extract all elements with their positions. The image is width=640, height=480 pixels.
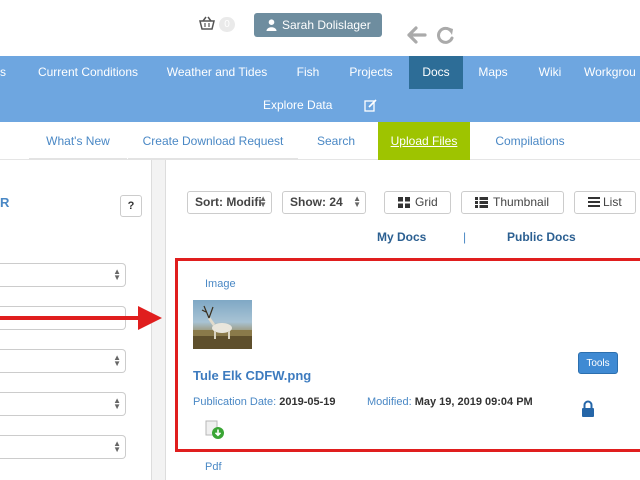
subnav-search[interactable]: Search	[306, 122, 366, 160]
document-thumbnail[interactable]	[193, 300, 252, 349]
select-caret-icon: ▲ ▼	[113, 439, 121, 454]
nav-item-docs[interactable]: Docs	[409, 56, 463, 89]
nav-item-weather-tides[interactable]: Weather and Tides	[158, 56, 276, 89]
list-view-button[interactable]: List	[574, 191, 636, 214]
help-button[interactable]: ?	[120, 195, 142, 217]
subnav-create-download-request[interactable]: Create Download Request	[128, 122, 298, 160]
nav-item-truncated[interactable]: s	[0, 56, 10, 89]
document-file-name[interactable]: Tule Elk CDFW.png	[193, 368, 311, 383]
tab-public-docs[interactable]: Public Docs	[507, 230, 576, 244]
filter-panel-title: R	[0, 195, 10, 210]
tab-my-docs[interactable]: My Docs	[377, 230, 426, 244]
thumbnail-label: Thumbnail	[493, 195, 550, 209]
edit-icon[interactable]	[364, 99, 377, 112]
sort-label: Sort: Modifi	[195, 195, 262, 209]
subnav-upload-files[interactable]: Upload Files	[378, 122, 470, 160]
modified-date-meta: Modified: May 19, 2019 09:04 PM	[367, 396, 533, 408]
nav-item-current-conditions[interactable]: Current Conditions	[27, 56, 149, 89]
cart-count-badge: 0	[219, 17, 235, 32]
document-type-label: Image	[205, 278, 236, 290]
select-caret-icon: ▲ ▼	[353, 194, 361, 209]
show-count-select[interactable]: Show: 24 ▲ ▼	[282, 191, 366, 214]
elk-image	[193, 305, 252, 349]
modified-date-value: May 19, 2019 09:04 PM	[414, 396, 533, 408]
user-name: Sarah Dolislager	[282, 18, 371, 32]
nav-item-explore-data[interactable]: Explore Data	[263, 89, 332, 122]
highlighted-document-card	[175, 258, 640, 452]
grid-label: Grid	[415, 195, 438, 209]
annotation-arrow-head	[138, 306, 162, 330]
publication-date-value: 2019-05-19	[279, 396, 336, 408]
download-file-icon[interactable]	[205, 420, 225, 440]
filter-select-1[interactable]: ▲ ▼	[0, 263, 126, 287]
shopping-basket-icon	[199, 16, 215, 30]
back-arrow-icon[interactable]	[407, 26, 427, 44]
grid-icon	[398, 197, 410, 208]
select-caret-icon: ▲ ▼	[113, 396, 121, 411]
user-icon	[266, 19, 277, 31]
sub-nav: What's New Create Download Request Searc…	[0, 122, 640, 160]
nav-item-maps[interactable]: Maps	[470, 56, 516, 89]
nav-item-workgroups[interactable]: Workgrou	[584, 56, 640, 89]
publication-date-label: Publication Date:	[193, 396, 277, 408]
nav-item-projects[interactable]: Projects	[338, 56, 404, 89]
reload-icon[interactable]	[436, 26, 456, 44]
cart-button[interactable]: 0	[199, 15, 237, 33]
select-caret-icon: ▲ ▼	[113, 353, 121, 368]
filter-select-4[interactable]: ▲ ▼	[0, 435, 126, 459]
annotation-arrow-shaft	[0, 316, 140, 320]
lock-icon	[582, 400, 594, 417]
sort-select[interactable]: Sort: Modifi ▲ ▼	[187, 191, 272, 214]
select-caret-icon: ▲ ▼	[113, 267, 121, 282]
nav-item-wiki[interactable]: Wiki	[528, 56, 572, 89]
subnav-compilations[interactable]: Compilations	[482, 122, 578, 160]
thumbnail-list-icon	[475, 197, 488, 208]
subnav-whats-new[interactable]: What's New	[29, 122, 127, 160]
modified-date-label: Modified:	[367, 396, 412, 408]
filter-select-3[interactable]: ▲ ▼	[0, 392, 126, 416]
tab-separator: |	[463, 230, 467, 244]
filter-select-2[interactable]: ▲ ▼	[0, 349, 126, 373]
grid-view-button[interactable]: Grid	[384, 191, 451, 214]
thumbnail-view-button[interactable]: Thumbnail	[461, 191, 564, 214]
main-nav: s Current Conditions Weather and Tides F…	[0, 56, 640, 122]
tools-button[interactable]: Tools	[578, 352, 618, 374]
next-document-type-label: Pdf	[205, 461, 222, 473]
list-label: List	[603, 195, 622, 209]
publication-date-meta: Publication Date: 2019-05-19	[193, 396, 336, 408]
select-caret-icon: ▲ ▼	[259, 194, 267, 209]
show-label: Show: 24	[290, 195, 343, 209]
user-menu-button[interactable]: Sarah Dolislager	[254, 13, 382, 37]
nav-item-fish[interactable]: Fish	[286, 56, 330, 89]
list-icon	[588, 197, 600, 207]
